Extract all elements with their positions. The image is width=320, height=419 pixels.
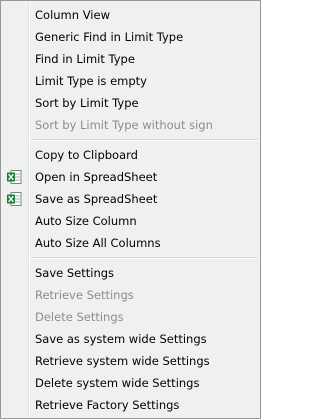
menu-item-label: Column View [35,8,110,22]
menu-separator [1,136,260,144]
menu-item-retrieve-settings: Retrieve Settings [1,284,260,306]
menu-item-label: Sort by Limit Type without sign [35,118,213,132]
menu-item-label: Save Settings [35,266,115,280]
menu-item-sort-without-sign: Sort by Limit Type without sign [1,114,260,136]
context-menu: Column View Generic Find in Limit Type F… [0,0,261,419]
menu-item-label: Delete Settings [35,310,124,324]
menu-item-label: Retrieve Factory Settings [35,398,180,412]
menu-item-label: Save as system wide Settings [35,332,207,346]
menu-item-retrieve-factory-settings[interactable]: Retrieve Factory Settings [1,394,260,416]
menu-item-label: Open in SpreadSheet [35,170,158,184]
menu-item-label: Retrieve system wide Settings [35,354,210,368]
menu-item-delete-settings: Delete Settings [1,306,260,328]
menu-item-label: Find in Limit Type [35,52,135,66]
menu-item-label: Auto Size All Columns [35,236,161,250]
excel-icon [7,192,22,206]
menu-item-delete-system-settings[interactable]: Delete system wide Settings [1,372,260,394]
menu-item-save-spreadsheet[interactable]: Save as SpreadSheet [1,188,260,210]
menu-item-label: Copy to Clipboard [35,148,138,162]
menu-item-save-system-settings[interactable]: Save as system wide Settings [1,328,260,350]
menu-item-column-view[interactable]: Column View [1,4,260,26]
menu-item-label: Save as SpreadSheet [35,192,158,206]
menu-item-auto-size-all[interactable]: Auto Size All Columns [1,232,260,254]
menu-item-label: Retrieve Settings [35,288,134,302]
excel-icon [7,170,22,184]
menu-item-label: Limit Type is empty [35,74,147,88]
menu-item-copy-clipboard[interactable]: Copy to Clipboard [1,144,260,166]
menu-item-sort[interactable]: Sort by Limit Type [1,92,260,114]
menu-separator [1,254,260,262]
menu-item-limit-type-empty[interactable]: Limit Type is empty [1,70,260,92]
menu-item-auto-size-column[interactable]: Auto Size Column [1,210,260,232]
menu-item-generic-find[interactable]: Generic Find in Limit Type [1,26,260,48]
menu-item-open-spreadsheet[interactable]: Open in SpreadSheet [1,166,260,188]
menu-item-label: Auto Size Column [35,214,137,228]
menu-item-label: Sort by Limit Type [35,96,139,110]
menu-item-retrieve-system-settings[interactable]: Retrieve system wide Settings [1,350,260,372]
menu-item-label: Generic Find in Limit Type [35,30,184,44]
menu-item-label: Delete system wide Settings [35,376,200,390]
menu-item-find[interactable]: Find in Limit Type [1,48,260,70]
menu-list: Column View Generic Find in Limit Type F… [1,4,260,416]
menu-item-save-settings[interactable]: Save Settings [1,262,260,284]
